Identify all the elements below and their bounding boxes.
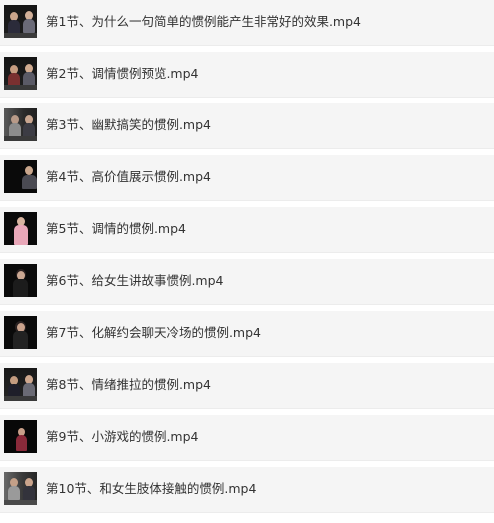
file-name: 第1节、为什么一句简单的惯例能产生非常好的效果.mp4	[46, 14, 361, 29]
file-row[interactable]: 第9节、小游戏的惯例.mp4	[0, 415, 494, 461]
video-thumbnail	[4, 160, 37, 193]
file-name: 第7节、化解约会聊天冷场的惯例.mp4	[46, 325, 261, 340]
video-thumbnail	[4, 472, 37, 505]
file-name: 第8节、情绪推拉的惯例.mp4	[46, 377, 211, 392]
file-name: 第4节、高价值展示惯例.mp4	[46, 169, 211, 184]
file-row[interactable]: 第3节、幽默搞笑的惯例.mp4	[0, 103, 494, 149]
video-thumbnail	[4, 420, 37, 453]
file-row[interactable]: 第8节、情绪推拉的惯例.mp4	[0, 363, 494, 409]
file-row[interactable]: 第4节、高价值展示惯例.mp4	[0, 155, 494, 201]
video-thumbnail	[4, 57, 37, 90]
file-name: 第9节、小游戏的惯例.mp4	[46, 429, 199, 444]
file-row[interactable]: 第1节、为什么一句简单的惯例能产生非常好的效果.mp4	[0, 0, 494, 46]
file-list: 第1节、为什么一句简单的惯例能产生非常好的效果.mp4 第2节、调情惯例预览.m…	[0, 0, 494, 523]
file-row[interactable]: 第7节、化解约会聊天冷场的惯例.mp4	[0, 311, 494, 357]
file-name: 第10节、和女生肢体接触的惯例.mp4	[46, 481, 257, 496]
file-row[interactable]: 第2节、调情惯例预览.mp4	[0, 52, 494, 98]
file-name: 第3节、幽默搞笑的惯例.mp4	[46, 117, 211, 132]
video-thumbnail	[4, 5, 37, 38]
video-thumbnail	[4, 368, 37, 401]
video-thumbnail	[4, 212, 37, 245]
file-name: 第6节、给女生讲故事惯例.mp4	[46, 273, 224, 288]
file-row[interactable]: 第10节、和女生肢体接触的惯例.mp4	[0, 467, 494, 513]
file-row[interactable]: 第5节、调情的惯例.mp4	[0, 207, 494, 253]
video-thumbnail	[4, 264, 37, 297]
file-row[interactable]: 第6节、给女生讲故事惯例.mp4	[0, 259, 494, 305]
video-thumbnail	[4, 316, 37, 349]
file-name: 第5节、调情的惯例.mp4	[46, 221, 186, 236]
file-name: 第2节、调情惯例预览.mp4	[46, 66, 199, 81]
video-thumbnail	[4, 108, 37, 141]
